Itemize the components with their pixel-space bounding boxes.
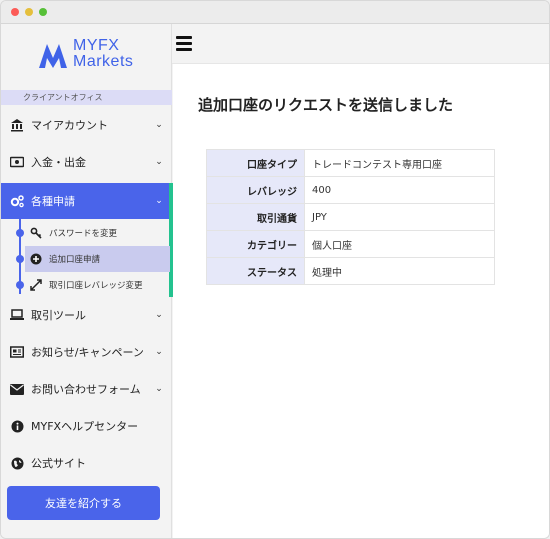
chevron-down-icon: ⌄	[155, 310, 163, 320]
laptop-icon	[9, 307, 25, 323]
table-row: 口座タイプ トレードコンテスト専用口座	[206, 149, 495, 177]
bank-icon	[9, 117, 25, 133]
sidebar-item-label: お知らせ/キャンペーン	[31, 346, 144, 359]
globe-icon	[9, 455, 25, 471]
submenu-item-change-leverage[interactable]: 取引口座レバレッジ変更	[25, 272, 170, 298]
row-label: ステータス	[206, 257, 305, 285]
myfx-logo-icon	[39, 44, 67, 68]
maximize-window-button[interactable]	[39, 8, 47, 16]
refer-friend-button[interactable]: 友達を紹介する	[7, 486, 160, 520]
key-icon	[29, 226, 43, 240]
brand-line-2: Markets	[73, 53, 134, 70]
table-row: 取引通貨 JPY	[206, 203, 495, 231]
table-row: レバレッジ 400	[206, 176, 495, 204]
submenu-bullet	[16, 255, 24, 263]
table-row: ステータス 処理中	[206, 257, 495, 285]
submenu-item-label: 追加口座申請	[49, 255, 101, 265]
sidebar-item-trading-tools[interactable]: 取引ツール ⌄	[1, 297, 172, 333]
brand-line-1: MYFX	[73, 37, 120, 54]
brand-name: MYFX Markets	[73, 38, 133, 70]
table-row: カテゴリー 個人口座	[206, 230, 495, 258]
newspaper-icon	[9, 344, 25, 360]
top-bar	[172, 24, 549, 64]
row-label: カテゴリー	[206, 230, 305, 258]
brand-logo[interactable]: MYFX Markets	[37, 38, 147, 72]
sidebar-item-label: お問い合わせフォーム	[31, 383, 141, 396]
sidebar-item-applications[interactable]: 各種申請 ⌄	[1, 183, 172, 219]
submenu-item-additional-account[interactable]: 追加口座申請	[25, 246, 170, 272]
browser-window: MYFX Markets クライアントオフィス マイアカウント ⌄ 入金・出金 …	[0, 0, 550, 539]
hamburger-menu-icon[interactable]	[176, 36, 192, 51]
info-icon	[9, 418, 25, 434]
row-label: レバレッジ	[206, 176, 305, 204]
sidebar-item-news-campaigns[interactable]: お知らせ/キャンペーン ⌄	[1, 334, 172, 370]
money-icon	[9, 154, 25, 170]
row-value: 400	[304, 176, 495, 204]
submenu-bullet	[16, 281, 24, 289]
sidebar-item-label: 入金・出金	[31, 156, 86, 169]
sidebar: MYFX Markets クライアントオフィス マイアカウント ⌄ 入金・出金 …	[1, 24, 173, 538]
sidebar-item-deposit-withdraw[interactable]: 入金・出金 ⌄	[1, 144, 172, 180]
minimize-window-button[interactable]	[25, 8, 33, 16]
sidebar-item-help-center[interactable]: MYFXヘルプセンター	[1, 408, 172, 444]
chevron-down-icon: ⌄	[155, 120, 163, 130]
sidebar-item-label: 公式サイト	[31, 457, 86, 470]
sidebar-item-official-site[interactable]: 公式サイト	[1, 445, 172, 481]
page-title: 追加口座のリクエストを送信しました	[198, 96, 454, 114]
sidebar-item-my-account[interactable]: マイアカウント ⌄	[1, 107, 172, 143]
row-value: 処理中	[304, 257, 495, 285]
row-value: JPY	[304, 203, 495, 231]
sidebar-item-label: MYFXヘルプセンター	[31, 420, 139, 433]
chevron-down-icon: ⌄	[155, 196, 163, 206]
chevron-down-icon: ⌄	[155, 347, 163, 357]
sidebar-item-contact-form[interactable]: お問い合わせフォーム ⌄	[1, 371, 172, 407]
submenu-item-label: 取引口座レバレッジ変更	[49, 281, 143, 291]
gears-icon	[9, 193, 25, 209]
chevron-down-icon: ⌄	[155, 384, 163, 394]
submenu-item-label: パスワードを変更	[49, 229, 118, 239]
request-details-table: 口座タイプ トレードコンテスト専用口座 レバレッジ 400 取引通貨 JPY カ…	[206, 149, 495, 285]
submenu-item-change-password[interactable]: パスワードを変更	[25, 220, 170, 246]
sidebar-item-label: 取引ツール	[31, 309, 86, 322]
submenu-bullet	[16, 229, 24, 237]
plus-circle-icon	[29, 252, 43, 266]
row-label: 口座タイプ	[206, 149, 305, 177]
sidebar-item-label: マイアカウント	[31, 119, 108, 132]
envelope-icon	[9, 381, 25, 397]
row-value: 個人口座	[304, 230, 495, 258]
section-label: クライアントオフィス	[1, 90, 172, 105]
close-window-button[interactable]	[11, 8, 19, 16]
title-bar	[1, 1, 549, 24]
chevron-down-icon: ⌄	[155, 157, 163, 167]
expand-arrows-icon	[29, 278, 43, 292]
row-label: 取引通貨	[206, 203, 305, 231]
sidebar-item-label: 各種申請	[31, 195, 75, 208]
main-content: 追加口座のリクエストを送信しました 口座タイプ トレードコンテスト専用口座 レバ…	[173, 64, 549, 538]
row-value: トレードコンテスト専用口座	[304, 149, 495, 177]
